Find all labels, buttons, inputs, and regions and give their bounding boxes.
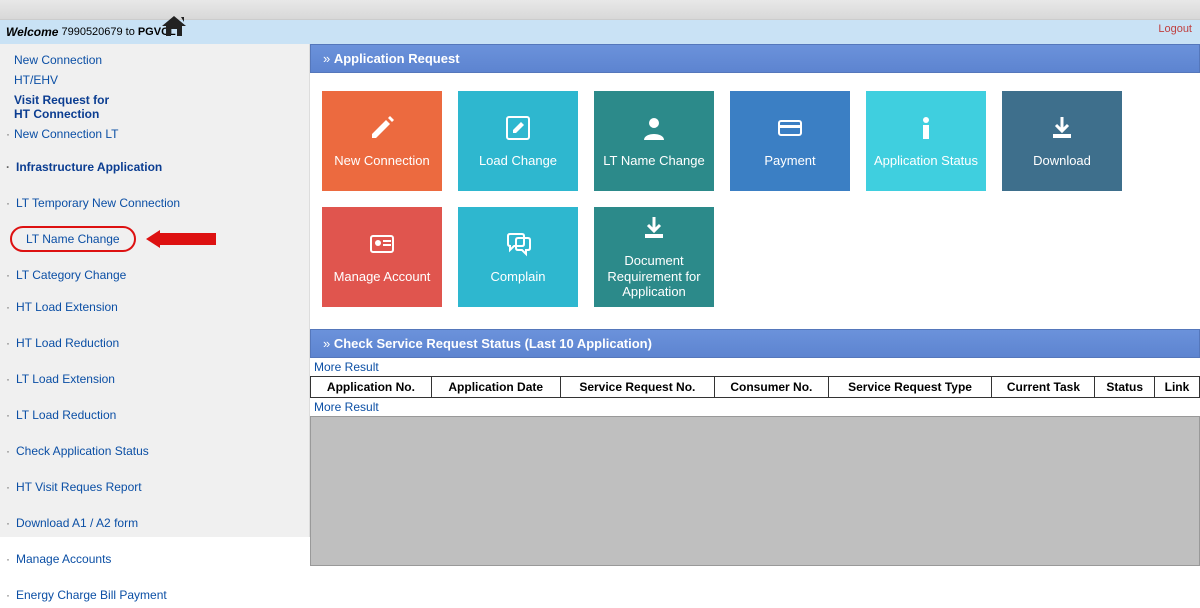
sidebar-item-ht-load-extension[interactable]: HT Load Extension [0,294,309,320]
main-container: New Connection HT/EHV Visit Request for … [0,44,1200,537]
sidebar-item-visit-request-1[interactable]: Visit Request for [0,90,309,107]
sidebar-item-new-connection-lt[interactable]: New Connection LT [0,124,309,144]
tile-manage-account[interactable]: Manage Account [322,207,442,307]
tile-download[interactable]: Download [1002,91,1122,191]
sidebar-item-lt-category-change[interactable]: LT Category Change [0,262,309,288]
chat-icon [504,230,532,261]
panel-header-app-request: Application Request [310,44,1200,73]
tile-lt-name-change[interactable]: LT Name Change [594,91,714,191]
th-service-req-type: Service Request Type [828,377,992,398]
person-icon [640,114,668,145]
sidebar-item-lt-temp-new-conn[interactable]: LT Temporary New Connection [0,190,309,216]
th-status: Status [1095,377,1154,398]
tile-label: Payment [760,153,819,169]
id-card-icon [368,230,396,261]
th-app-no: Application No. [311,377,432,398]
tile-new-connection[interactable]: New Connection [322,91,442,191]
th-service-req-no: Service Request No. [560,377,714,398]
more-result-top[interactable]: More Result [310,358,1200,376]
download-icon [640,214,668,245]
tile-payment[interactable]: Payment [730,91,850,191]
main-panel: Application Request New Connection Load … [310,44,1200,537]
th-consumer-no: Consumer No. [715,377,829,398]
sidebar-item-ht-load-reduction[interactable]: HT Load Reduction [0,330,309,356]
th-current-task: Current Task [992,377,1095,398]
logout-link[interactable]: Logout [1158,23,1192,35]
th-app-date: Application Date [431,377,560,398]
sidebar-item-ht-ehv[interactable]: HT/EHV [0,70,309,90]
highlight-arrow-icon [146,230,216,248]
welcome-bar: Welcome 7990520679 to PGVCL Logout [0,20,1200,44]
card-icon [776,114,804,145]
table-header-row: Application No. Application Date Service… [311,377,1200,398]
tile-app-status[interactable]: Application Status [866,91,986,191]
sidebar-item-check-app-status[interactable]: Check Application Status [0,438,309,464]
tile-label: Download [1029,153,1095,169]
tile-label: New Connection [330,153,433,169]
tile-label: Manage Account [330,269,435,285]
panel-header-status: Check Service Request Status (Last 10 Ap… [310,329,1200,358]
edit-square-icon [504,114,532,145]
sidebar-item-ht-visit-report[interactable]: HT Visit Reques Report [0,474,309,500]
sidebar-item-visit-request-2[interactable]: HT Connection [0,107,309,124]
tile-label: Complain [487,269,550,285]
sidebar-item-new-connection[interactable]: New Connection [0,50,309,70]
pencil-icon [368,114,396,145]
empty-results-area [310,416,1200,566]
status-table: Application No. Application Date Service… [310,376,1200,398]
home-icon[interactable] [160,14,188,41]
sidebar-item-manage-accounts[interactable]: Manage Accounts [0,546,309,572]
tile-grid: New Connection Load Change LT Name Chang… [310,73,1200,325]
more-result-bottom[interactable]: More Result [310,398,1200,416]
welcome-to: to [126,26,135,38]
tile-label: LT Name Change [599,153,708,169]
sidebar: New Connection HT/EHV Visit Request for … [0,44,310,537]
download-icon [1048,114,1076,145]
tile-load-change[interactable]: Load Change [458,91,578,191]
welcome-number: 7990520679 [61,26,122,38]
info-icon [912,114,940,145]
sidebar-item-download-a1a2[interactable]: Download A1 / A2 form [0,510,309,536]
tile-label: Load Change [475,153,561,169]
tile-label: Document Requirement for Application [594,253,714,300]
sidebar-item-lt-load-reduction[interactable]: LT Load Reduction [0,402,309,428]
sidebar-item-lt-name-change[interactable]: LT Name Change [10,226,136,252]
status-panel: Check Service Request Status (Last 10 Ap… [310,329,1200,566]
tile-complain[interactable]: Complain [458,207,578,307]
sidebar-item-energy-charge[interactable]: Energy Charge Bill Payment [0,582,309,608]
tile-label: Application Status [870,153,982,169]
sidebar-item-infrastructure[interactable]: Infrastructure Application [0,154,309,180]
tile-doc-requirement[interactable]: Document Requirement for Application [594,207,714,307]
th-link: Link [1154,377,1199,398]
sidebar-item-lt-load-extension[interactable]: LT Load Extension [0,366,309,392]
welcome-label: Welcome [6,25,58,39]
